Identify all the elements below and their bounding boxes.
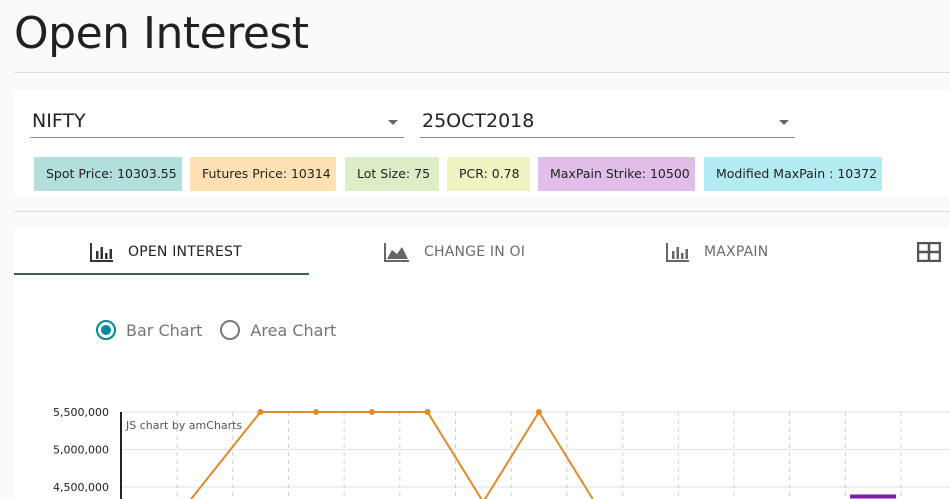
section-divider <box>14 211 950 212</box>
title-divider <box>14 72 950 73</box>
tab-change-in-oi[interactable]: CHANGE IN OI <box>384 228 525 275</box>
series-point <box>257 409 264 415</box>
tab-table[interactable] <box>917 228 950 275</box>
y-axis-tick-label: 5,500,000 <box>53 406 109 419</box>
tab-maxpain[interactable]: MAXPAIN <box>666 228 768 275</box>
lot-size-chip: Lot Size: 75 <box>345 157 439 191</box>
modified-maxpain-chip: Modified MaxPain : 10372 <box>704 157 882 191</box>
chart-bar <box>850 494 897 499</box>
page-title: Open Interest <box>14 8 309 59</box>
spot-price-chip: Spot Price: 10303.55 <box>34 157 182 191</box>
bar-chart-radio[interactable] <box>96 320 116 340</box>
tab-change-in-oi-label: CHANGE IN OI <box>424 243 526 260</box>
chart-type-radio-group: Bar Chart Area Chart <box>96 320 354 340</box>
chart-tabs-panel: OPEN INTEREST CHANGE IN OI MAXPAIN Bar C… <box>14 228 950 499</box>
tab-open-interest-label: OPEN INTEREST <box>128 243 242 260</box>
pcr-chip: PCR: 0.78 <box>447 157 530 191</box>
y-axis-tick-label: 5,000,000 <box>53 444 109 457</box>
area-chart-radio-label[interactable]: Area Chart <box>250 321 336 340</box>
maxpain-strike-chip: MaxPain Strike: 10500 <box>538 157 695 191</box>
area-chart-icon <box>384 242 409 262</box>
series-point <box>313 409 320 415</box>
area-chart-radio[interactable] <box>220 320 241 340</box>
table-icon <box>917 241 941 262</box>
chevron-down-icon[interactable] <box>779 120 789 125</box>
expiry-select[interactable]: 25OCT2018 <box>420 108 795 138</box>
chart-credit: JS chart by amCharts <box>125 419 242 432</box>
bar-chart-radio-label[interactable]: Bar Chart <box>126 321 202 340</box>
series-point <box>535 409 542 415</box>
active-tab-indicator <box>14 273 309 275</box>
tab-maxpain-label: MAXPAIN <box>704 243 769 260</box>
series-point <box>424 409 431 415</box>
bar-chart-icon <box>90 242 113 262</box>
symbol-select-value: NIFTY <box>32 110 86 132</box>
series-point <box>368 409 375 415</box>
expiry-select-value: 25OCT2018 <box>422 110 535 132</box>
filters-panel: NIFTY 25OCT2018 Spot Price: 10303.55 Fut… <box>14 90 950 196</box>
symbol-select[interactable]: NIFTY <box>30 108 404 138</box>
bar-chart-icon <box>666 242 689 262</box>
tab-open-interest[interactable]: OPEN INTEREST <box>90 228 242 275</box>
chevron-down-icon[interactable] <box>388 120 398 125</box>
y-axis-tick-label: 4,500,000 <box>53 481 109 494</box>
futures-price-chip: Futures Price: 10314 <box>190 157 336 191</box>
